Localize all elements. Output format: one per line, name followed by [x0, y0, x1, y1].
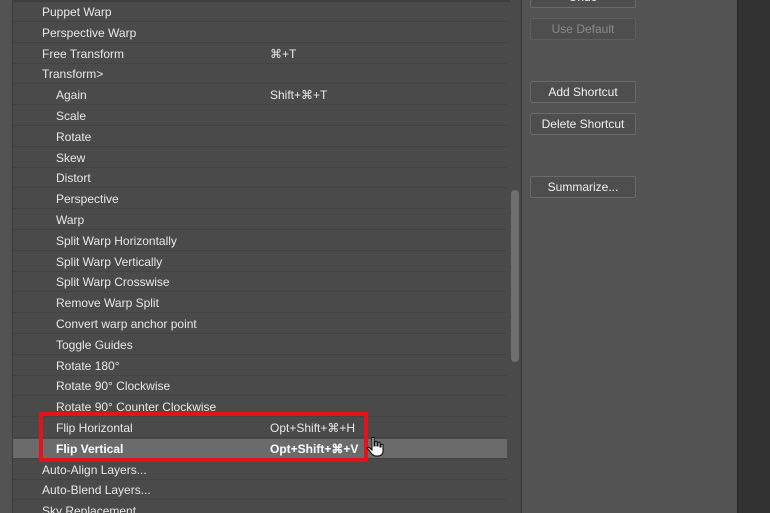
command-row[interactable]: Toggle Guides [13, 335, 507, 355]
command-row[interactable]: Flip Horizontal Opt+Shift+⌘+H [13, 418, 507, 438]
command-label: Auto-Blend Layers... [42, 483, 151, 498]
shortcut-value[interactable]: Shift+⌘+T [270, 85, 327, 105]
command-label: Transform> [42, 67, 104, 82]
shortcut-value[interactable]: Opt+Shift+⌘+H [270, 418, 355, 438]
command-label: Toggle Guides [56, 337, 133, 352]
scrollbar-track[interactable] [510, 0, 521, 513]
scrollbar-thumb[interactable] [511, 190, 519, 362]
hand-cursor-icon [367, 436, 384, 457]
command-label: Split Warp Vertically [56, 254, 163, 269]
command-label: Perspective Warp [42, 25, 137, 40]
command-label: Rotate [56, 129, 92, 144]
command-row[interactable]: Perspective [13, 189, 507, 210]
command-row[interactable]: Split Warp Crosswise [13, 272, 507, 293]
command-row[interactable]: Perspective Warp [13, 23, 507, 43]
use-default-button: Use Default [530, 18, 636, 40]
command-label: Again [56, 88, 87, 103]
command-row[interactable]: Split Warp Horizontally [13, 231, 507, 251]
command-label: Distort [56, 171, 91, 186]
command-label: Sky Replacement... [42, 504, 147, 513]
command-row[interactable]: Rotate [13, 127, 507, 147]
command-label: Skew [56, 150, 86, 165]
command-label: Rotate 90° Counter Clockwise [56, 400, 217, 415]
command-row[interactable]: Auto-Align Layers... [13, 460, 507, 480]
command-label: Rotate 180° [56, 358, 120, 373]
command-row[interactable]: Puppet Warp [13, 2, 507, 22]
shortcut-list: Puppet Warp Perspective Warp Free Transfor… [12, 0, 522, 513]
command-row[interactable]: Rotate 90° Clockwise [13, 376, 507, 397]
command-label: Warp [56, 213, 85, 227]
command-label: Split Warp Horizontally [56, 233, 177, 248]
command-row[interactable]: Warp [13, 210, 507, 230]
keyboard-shortcuts-dialog: Puppet Warp Perspective Warp Free Transfor… [0, 0, 738, 513]
command-label: Auto-Align Layers... [42, 462, 147, 477]
command-label: Rotate 90° Clockwise [56, 379, 171, 394]
command-label: Scale [56, 109, 87, 123]
delete-shortcut-button[interactable]: Delete Shortcut [530, 113, 636, 135]
command-row[interactable]: Convert warp anchor point [13, 314, 507, 334]
command-row[interactable]: Flip Vertical Opt+Shift+⌘+V [13, 438, 507, 459]
shortcut-value[interactable]: Opt+Shift+⌘+V [270, 439, 358, 459]
command-row[interactable]: Free Transform ⌘+T [13, 44, 507, 64]
command-row[interactable]: Skew [13, 148, 507, 168]
command-label: Remove Warp Split [56, 296, 159, 311]
window-edge [737, 0, 770, 513]
command-label: Perspective [56, 192, 119, 207]
add-shortcut-button[interactable]: Add Shortcut [530, 81, 636, 103]
undo-button[interactable]: Undo [530, 0, 636, 8]
command-row[interactable]: Scale [13, 106, 507, 126]
command-label: Split Warp Crosswise [56, 275, 170, 290]
command-row[interactable]: Auto-Blend Layers... [13, 480, 507, 501]
command-row[interactable]: Rotate 180° [13, 356, 507, 376]
command-row[interactable]: Distort [13, 168, 507, 189]
command-row[interactable]: Remove Warp Split [13, 293, 507, 314]
command-label: Flip Vertical [56, 441, 124, 456]
command-label: Convert warp anchor point [56, 317, 197, 331]
command-row[interactable]: Again Shift+⌘+T [13, 85, 507, 106]
command-label: Flip Horizontal [56, 421, 133, 435]
command-row[interactable]: Transform> [13, 64, 507, 85]
command-label: Puppet Warp [42, 5, 112, 19]
shortcut-value[interactable]: ⌘+T [270, 44, 296, 64]
command-row[interactable]: Sky Replacement... [13, 501, 507, 513]
command-row[interactable]: Split Warp Vertically [13, 252, 507, 272]
command-row[interactable]: Rotate 90° Counter Clockwise [13, 397, 507, 418]
summarize-button[interactable]: Summarize... [530, 176, 636, 198]
command-label: Free Transform [42, 46, 125, 61]
